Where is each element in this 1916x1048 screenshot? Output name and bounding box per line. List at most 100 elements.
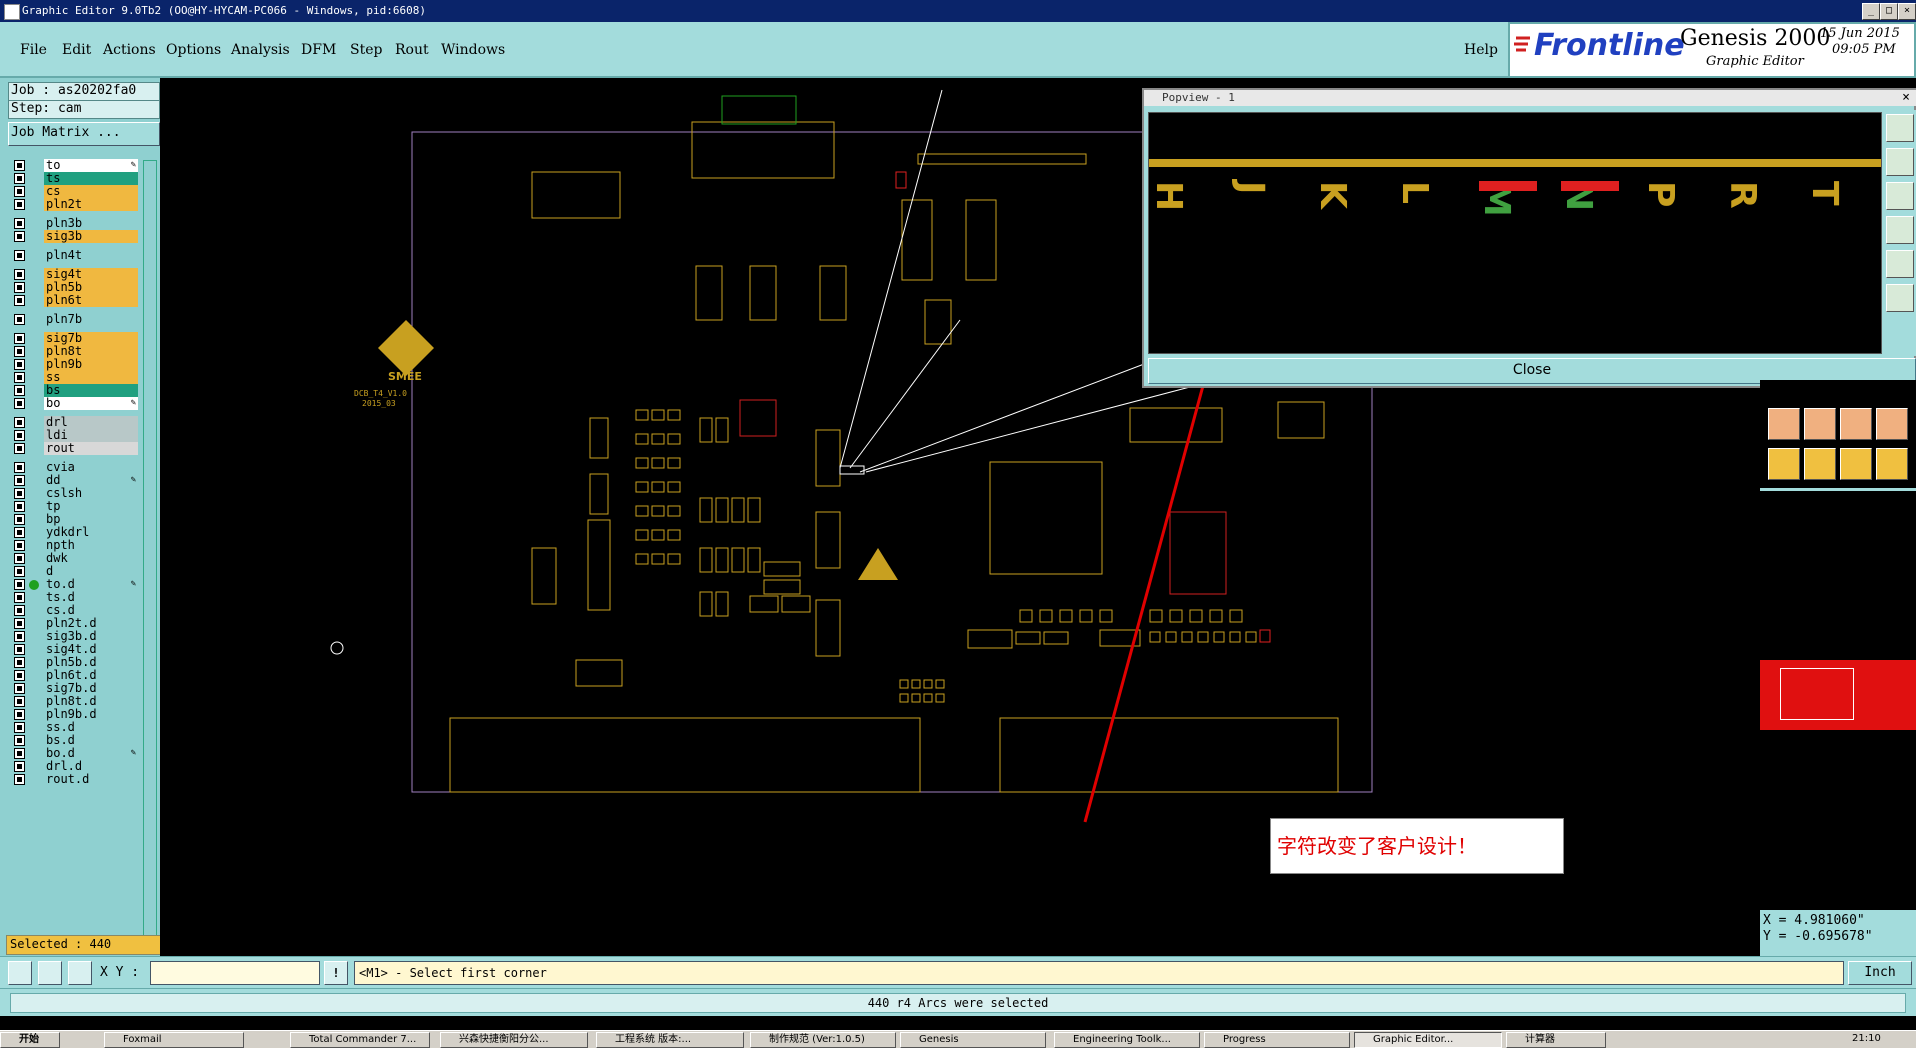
layer-checkbox[interactable] (14, 160, 25, 171)
layer-checkbox[interactable] (14, 231, 25, 242)
task-spec[interactable]: 制作规范 (Ver:1.0.5) (750, 1032, 896, 1048)
layer-checkbox[interactable] (14, 346, 25, 357)
layer-checkbox[interactable] (14, 553, 25, 564)
layer-checkbox[interactable] (14, 475, 25, 486)
menu-options[interactable]: Options (166, 42, 221, 58)
layer-checkbox[interactable] (14, 282, 25, 293)
task-foxmail[interactable]: Foxmail (104, 1032, 244, 1048)
menu-edit[interactable]: Edit (62, 42, 91, 58)
zoom-in-icon[interactable] (1886, 114, 1914, 142)
layer-checkbox[interactable] (14, 199, 25, 210)
menu-step[interactable]: Step (350, 42, 382, 58)
layer-checkbox[interactable] (14, 333, 25, 344)
maximize-button[interactable]: □ (1880, 3, 1898, 20)
layer-checkbox[interactable] (14, 173, 25, 184)
menu-help[interactable]: Help (1464, 42, 1498, 58)
menu-rout[interactable]: Rout (395, 42, 429, 58)
layer-checkbox[interactable] (14, 709, 25, 720)
layer-checkbox[interactable] (14, 417, 25, 428)
layer-checkbox[interactable] (14, 644, 25, 655)
layer-checkbox[interactable] (14, 605, 25, 616)
menu-analysis[interactable]: Analysis (231, 42, 290, 58)
task-genesis[interactable]: Genesis (900, 1032, 1046, 1048)
layer-name[interactable]: pln4t (44, 249, 138, 262)
popview-zoom-view[interactable]: HJKLMNPRT (1148, 112, 1882, 354)
menu-file[interactable]: File (20, 42, 47, 58)
layer-checkbox[interactable] (14, 514, 25, 525)
menu-dfm[interactable]: DFM (301, 42, 336, 58)
layer-checkbox[interactable] (14, 722, 25, 733)
units-selector[interactable]: Inch (1848, 961, 1912, 985)
layer-checkbox[interactable] (14, 566, 25, 577)
layer-row[interactable]: pln7b (8, 312, 158, 327)
layer-name[interactable]: bo ✎ (44, 397, 138, 410)
snap-mode-icon[interactable] (8, 961, 32, 985)
task-engineering-system[interactable]: 工程系统 版本:... (596, 1032, 744, 1048)
layer-checkbox[interactable] (14, 761, 25, 772)
layer-checkbox[interactable] (14, 618, 25, 629)
layer-checkbox[interactable] (14, 774, 25, 785)
layer-row[interactable]: rout.d (8, 772, 158, 787)
layer-row[interactable]: pln2t (8, 197, 158, 212)
layer-name[interactable]: pln7b (44, 313, 138, 326)
layer-checkbox[interactable] (14, 385, 25, 396)
start-button[interactable]: 开始 (0, 1032, 60, 1048)
snap-tool-2-icon[interactable] (1804, 408, 1836, 440)
snap-tool-4-icon[interactable] (1876, 408, 1908, 440)
layer-checkbox[interactable] (14, 269, 25, 280)
select-arrow-3-icon[interactable] (1840, 448, 1872, 480)
layer-row[interactable]: pln4t (8, 248, 158, 263)
layer-checkbox[interactable] (14, 314, 25, 325)
minimize-button[interactable]: _ (1862, 3, 1880, 20)
layer-checkbox[interactable] (14, 295, 25, 306)
layer-name[interactable]: pln6t (44, 294, 138, 307)
menu-windows[interactable]: Windows (441, 42, 505, 58)
layer-checkbox[interactable] (14, 579, 25, 590)
layer-checkbox[interactable] (14, 683, 25, 694)
select-arrow-2-icon[interactable] (1804, 448, 1836, 480)
snap-tool-1-icon[interactable] (1768, 408, 1800, 440)
layer-name[interactable]: pln2t (44, 198, 138, 211)
task-graphic-editor[interactable]: Graphic Editor... (1354, 1032, 1502, 1048)
zoom-home-icon[interactable] (1886, 182, 1914, 210)
layer-name[interactable]: rout (44, 442, 138, 455)
layer-checkbox[interactable] (14, 186, 25, 197)
select-arrow-4-icon[interactable] (1876, 448, 1908, 480)
layer-checkbox[interactable] (14, 359, 25, 370)
pan-icon[interactable] (1886, 216, 1914, 244)
layer-checkbox[interactable] (14, 398, 25, 409)
grid-icon[interactable] (68, 961, 92, 985)
layer-checkbox[interactable] (14, 527, 25, 538)
layer-checkbox[interactable] (14, 462, 25, 473)
layer-checkbox[interactable] (14, 372, 25, 383)
layer-name[interactable]: sig3b (44, 230, 138, 243)
layer-checkbox[interactable] (14, 657, 25, 668)
snap-tool-3-icon[interactable] (1840, 408, 1872, 440)
refresh-icon[interactable] (1886, 284, 1914, 312)
view-overview[interactable] (1760, 660, 1916, 730)
job-matrix-button[interactable]: Job Matrix ... (8, 122, 160, 146)
task-progress[interactable]: Progress (1204, 1032, 1350, 1048)
close-window-button[interactable]: × (1898, 3, 1916, 20)
layer-checkbox[interactable] (14, 250, 25, 261)
layer-checkbox[interactable] (14, 696, 25, 707)
task-total-commander[interactable]: Total Commander 7... (290, 1032, 430, 1048)
menu-actions[interactable]: Actions (103, 42, 156, 58)
layer-name[interactable]: rout.d (44, 773, 138, 786)
layer-row[interactable]: sig3b (8, 229, 158, 244)
task-xingsen[interactable]: 兴森快捷衡阳分公... (440, 1032, 588, 1048)
layer-checkbox[interactable] (14, 631, 25, 642)
layer-checkbox[interactable] (14, 670, 25, 681)
layer-row[interactable]: rout (8, 441, 158, 456)
layer-checkbox[interactable] (14, 218, 25, 229)
layer-checkbox[interactable] (14, 748, 25, 759)
zoom-out-icon[interactable] (1886, 148, 1914, 176)
popview-close-icon[interactable]: × (1902, 90, 1910, 105)
layer-checkbox[interactable] (14, 488, 25, 499)
layer-checkbox[interactable] (14, 443, 25, 454)
layer-row[interactable]: pln6t (8, 293, 158, 308)
layer-checkbox[interactable] (14, 501, 25, 512)
layer-checkbox[interactable] (14, 430, 25, 441)
layer-row[interactable]: bo ✎ (8, 396, 158, 411)
xy-input[interactable] (150, 961, 320, 985)
